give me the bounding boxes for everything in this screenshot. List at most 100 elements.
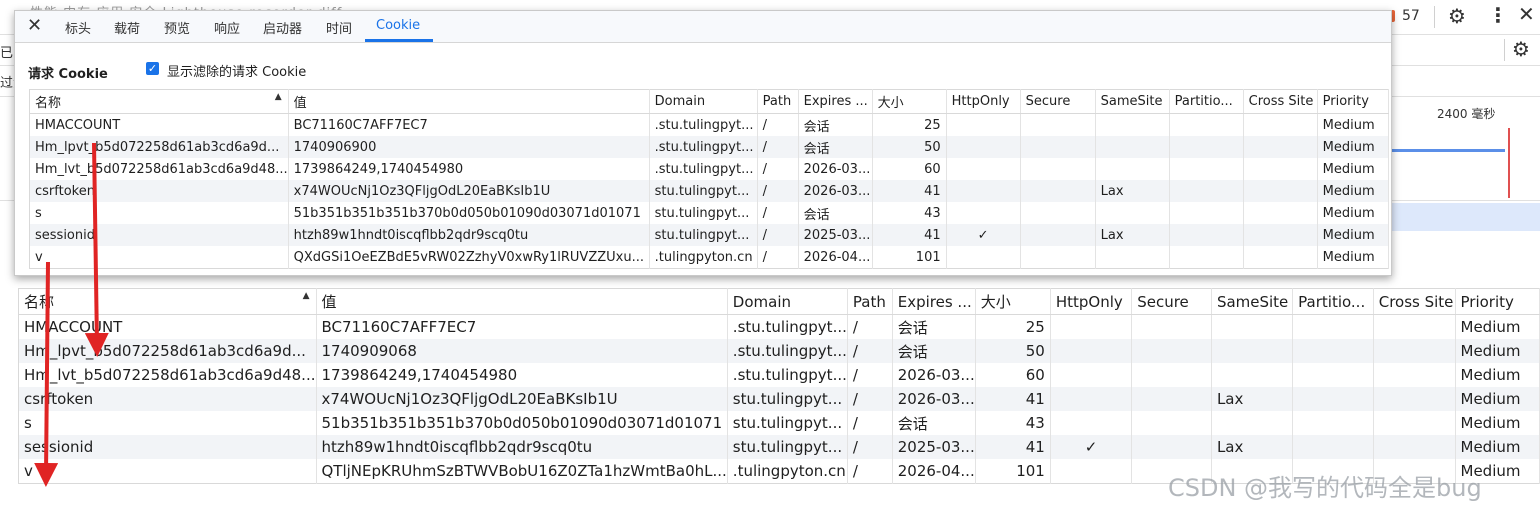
cell-path: /	[847, 363, 893, 387]
col-samesite-header[interactable]: SameSite	[1211, 288, 1294, 315]
cell-cross-site	[1373, 435, 1456, 459]
cell-cross-site	[1243, 180, 1318, 202]
cell-cross-site	[1373, 387, 1456, 411]
cookie-row[interactable]: csrftoken x74WOUcNj1Oz3QFljgOdL20EaBKsIb1…	[18, 387, 1540, 411]
col-domain-header[interactable]: Domain	[649, 89, 758, 114]
cookie-row[interactable]: Hm_lvt_b5d072258d61ab3cd6a9d48... 1739864…	[18, 363, 1540, 387]
cell-partition	[1292, 314, 1374, 339]
cell-partition	[1169, 136, 1244, 158]
cell-path: /	[847, 314, 893, 339]
cookie-row[interactable]: s 51b351b351b351b370b0d050b01090d03071d01…	[18, 411, 1540, 435]
issues-count[interactable]: 57	[1402, 8, 1420, 24]
cell-secure	[1131, 411, 1212, 435]
cell-partition	[1292, 387, 1374, 411]
cell-cross-site	[1243, 202, 1318, 224]
cell-size: 101	[975, 459, 1051, 484]
col-cross-site-header[interactable]: Cross Site	[1243, 89, 1318, 114]
col-size-header[interactable]: 大小	[975, 288, 1051, 315]
cell-name: sessionid	[29, 224, 289, 246]
col-value-header[interactable]: 值	[288, 89, 650, 114]
cell-path: /	[847, 459, 893, 484]
col-domain-header[interactable]: Domain	[727, 288, 848, 315]
cell-samesite: Lax	[1211, 387, 1294, 411]
cell-secure	[1131, 435, 1212, 459]
col-path-header[interactable]: Path	[847, 288, 893, 315]
col-value-header[interactable]: 值	[316, 288, 728, 315]
cell-httponly	[1050, 411, 1133, 435]
cell-secure	[1020, 113, 1096, 136]
cell-httponly	[1050, 459, 1133, 484]
network-settings-icon[interactable]: ⚙	[1512, 39, 1530, 59]
tab-headers[interactable]: 标头	[65, 18, 91, 37]
col-httponly-header[interactable]: HttpOnly	[1050, 288, 1133, 315]
cell-httponly	[946, 113, 1021, 136]
tab-cookie[interactable]: Cookie	[376, 18, 420, 33]
col-expires-header[interactable]: Expires ...	[892, 288, 976, 315]
col-secure-header[interactable]: Secure	[1020, 89, 1096, 114]
settings-gear-icon[interactable]: ⚙	[1448, 6, 1466, 26]
cell-expires: 会话	[892, 314, 976, 339]
cookie-row[interactable]: sessionid htzh89w1hndt0iscqflbb2qdr9scq0t…	[29, 224, 1389, 246]
col-priority-header[interactable]: Priority	[1455, 288, 1540, 315]
cookie-row[interactable]: Hm_lpvt_b5d072258d61ab3cd6a9d... 17409090…	[18, 339, 1540, 363]
cell-priority: Medium	[1317, 224, 1389, 246]
cell-path: /	[757, 224, 799, 246]
cell-priority: Medium	[1455, 411, 1540, 435]
column-label: Partitio...	[1298, 292, 1366, 311]
cell-priority: Medium	[1317, 113, 1389, 136]
cell-httponly	[1050, 314, 1133, 339]
col-secure-header[interactable]: Secure	[1131, 288, 1212, 315]
active-tab-indicator	[365, 39, 433, 42]
col-cross-site-header[interactable]: Cross Site	[1373, 288, 1456, 315]
cookie-row[interactable]: Hm_lvt_b5d072258d61ab3cd6a9d48... 1739864…	[29, 158, 1389, 180]
cookie-row[interactable]: s 51b351b351b351b370b0d050b01090d03071d01…	[29, 202, 1389, 224]
col-priority-header[interactable]: Priority	[1317, 89, 1389, 114]
tab-initiator[interactable]: 启动器	[263, 18, 302, 37]
cookie-row[interactable]: sessionid htzh89w1hndt0iscqflbb2qdr9scq0t…	[18, 435, 1540, 459]
cookie-row[interactable]: Hm_lpvt_b5d072258d61ab3cd6a9d... 17409069…	[29, 136, 1389, 158]
cell-httponly	[946, 180, 1021, 202]
cell-partition	[1169, 202, 1244, 224]
cookie-row[interactable]: HMACCOUNT BC71160C7AFF7EC7 .stu.tulingpyt.…	[29, 113, 1389, 136]
tab-timing[interactable]: 时间	[326, 18, 352, 37]
col-partition-header[interactable]: Partitio...	[1292, 288, 1374, 315]
show-filtered-cookies-checkbox[interactable]: ✓	[146, 62, 159, 75]
checkbox-label[interactable]: 显示滤除的请求 Cookie	[167, 61, 306, 80]
col-samesite-header[interactable]: SameSite	[1095, 89, 1170, 114]
col-size-header[interactable]: 大小	[872, 89, 947, 114]
tab-preview[interactable]: 预览	[164, 18, 190, 37]
column-label: Expires ...	[803, 94, 868, 109]
more-options-icon[interactable]: ⋮	[1488, 5, 1508, 25]
col-name-header[interactable]: 名称 ▲	[18, 288, 317, 315]
close-icon[interactable]: ✕	[27, 15, 42, 36]
cell-samesite	[1211, 363, 1294, 387]
tab-response[interactable]: 响应	[214, 18, 240, 37]
cookie-row[interactable]: v QXdGSi1OeEZBdE5vRW02ZzhyV0xwRy1lRUVZZUx…	[29, 246, 1389, 269]
col-partition-header[interactable]: Partitio...	[1169, 89, 1244, 114]
cell-value: 1740909068	[316, 339, 728, 363]
cookie-row[interactable]: HMACCOUNT BC71160C7AFF7EC7 .stu.tulingpyt.…	[18, 314, 1540, 339]
close-devtools-icon[interactable]: ✕	[1518, 4, 1535, 24]
selected-request-row[interactable]	[1390, 203, 1540, 231]
cell-value: htzh89w1hndt0iscqflbb2qdr9scq0tu	[288, 224, 650, 246]
col-expires-header[interactable]: Expires ...	[798, 89, 873, 114]
cell-path: /	[757, 113, 799, 136]
cell-httponly	[946, 158, 1021, 180]
cell-path: /	[847, 435, 893, 459]
cell-domain: stu.tulingpyt...	[727, 411, 848, 435]
col-httponly-header[interactable]: HttpOnly	[946, 89, 1021, 114]
cookie-row[interactable]: csrftoken x74WOUcNj1Oz3QFljgOdL20EaBKsIb1…	[29, 180, 1389, 202]
cell-secure	[1131, 387, 1212, 411]
column-label: SameSite	[1216, 292, 1289, 311]
cell-domain: stu.tulingpyt...	[649, 202, 758, 224]
tab-payload[interactable]: 载荷	[114, 18, 140, 37]
column-label: HttpOnly	[1055, 292, 1123, 311]
cell-value: x74WOUcNj1Oz3QFljgOdL20EaBKsIb1U	[316, 387, 728, 411]
cell-size: 41	[872, 224, 947, 246]
cell-cross-site	[1373, 314, 1456, 339]
col-path-header[interactable]: Path	[757, 89, 799, 114]
cell-partition	[1292, 435, 1374, 459]
column-label: Cross Site	[1378, 292, 1454, 311]
col-name-header[interactable]: 名称 ▲	[29, 89, 289, 114]
cell-path: /	[757, 136, 799, 158]
